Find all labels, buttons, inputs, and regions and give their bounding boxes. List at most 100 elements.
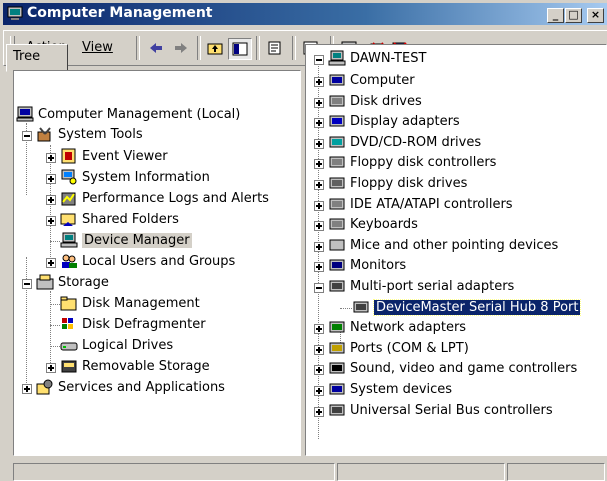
toolbar-separator <box>292 36 296 60</box>
device-item[interactable]: Floppy disk controllers <box>308 153 602 173</box>
device-item-label: Floppy disk drives <box>350 176 468 191</box>
device-item[interactable]: Network adapters <box>308 318 602 338</box>
system-information-icon <box>61 169 77 185</box>
device-item[interactable]: Monitors <box>308 256 602 276</box>
tree-item-event-viewer[interactable]: Event Viewer <box>40 147 290 167</box>
tree-item-label: Event Viewer <box>82 149 168 164</box>
tree-item-device-manager[interactable]: Device Manager <box>40 231 290 251</box>
device-item[interactable]: Mice and other pointing devices <box>308 236 602 256</box>
expand-icon[interactable] <box>46 195 56 205</box>
device-item-label: System devices <box>350 382 453 397</box>
monitor-icon <box>329 259 345 271</box>
expand-icon[interactable] <box>46 153 56 163</box>
toolbar-separator <box>136 36 140 60</box>
show-hide-tree-icon <box>232 42 248 56</box>
device-item[interactable]: Keyboards <box>308 215 602 235</box>
device-item[interactable]: System devices <box>308 380 602 400</box>
expand-icon[interactable] <box>314 386 324 396</box>
tree-item-removable-storage[interactable]: Removable Storage <box>40 357 290 377</box>
up-folder-button[interactable] <box>204 38 226 58</box>
device-item[interactable]: IDE ATA/ATAPI controllers <box>308 195 602 215</box>
minimize-button[interactable]: _ <box>547 8 564 23</box>
expand-icon[interactable] <box>314 324 324 335</box>
device-tree-root[interactable]: DAWN-TEST <box>308 49 604 69</box>
tree-item-disk-defragmenter[interactable]: Disk Defragmenter <box>40 315 290 335</box>
expand-icon[interactable] <box>46 363 56 373</box>
device-pane[interactable]: DAWN-TEST Computer Disk drives Display ada… <box>305 44 607 456</box>
device-item[interactable]: DeviceMaster Serial Hub 8 Port <box>332 298 602 318</box>
title-bar[interactable]: Computer Management _ □ × <box>3 3 607 25</box>
tree-item-system-tools[interactable]: System Tools <box>16 125 296 145</box>
tree-item-shared-folders[interactable]: Shared Folders <box>40 210 290 230</box>
tree-line <box>50 325 60 327</box>
expand-icon[interactable] <box>314 200 324 211</box>
tree-line <box>50 304 60 306</box>
expand-icon[interactable] <box>46 258 56 268</box>
close-button[interactable]: × <box>587 8 604 23</box>
display-adapter-icon <box>329 115 345 127</box>
device-item[interactable]: Universal Serial Bus controllers <box>308 401 602 421</box>
expand-icon[interactable] <box>46 216 56 226</box>
collapse-icon[interactable] <box>22 131 32 141</box>
device-item-label: Multi-port serial adapters <box>350 279 515 294</box>
properties-button[interactable] <box>264 38 286 58</box>
shared-folder-icon <box>60 213 76 226</box>
tree-pane[interactable]: Computer Management (Local) System Tools… <box>13 70 301 456</box>
dvd-drive-icon <box>329 136 345 148</box>
expand-icon[interactable] <box>314 365 324 376</box>
device-item[interactable]: Multi-port serial adapters <box>308 277 602 297</box>
storage-icon <box>36 274 54 290</box>
expand-icon[interactable] <box>314 118 324 129</box>
device-item[interactable]: Display adapters <box>308 112 602 132</box>
computer-icon <box>329 74 345 86</box>
tab-tree[interactable]: Tree <box>6 44 68 72</box>
collapse-icon[interactable] <box>22 279 32 289</box>
menu-view[interactable]: View <box>82 40 113 55</box>
expand-icon[interactable] <box>314 97 324 108</box>
expand-icon[interactable] <box>22 384 32 394</box>
tree-item-services-applications[interactable]: Services and Applications <box>16 378 296 398</box>
menu-view-label: View <box>82 40 113 55</box>
tree-item-root[interactable]: Computer Management (Local) <box>16 105 296 125</box>
tree-item-logical-drives[interactable]: Logical Drives <box>40 336 290 356</box>
expand-icon[interactable] <box>314 221 324 232</box>
device-item[interactable]: Floppy disk drives <box>308 174 602 194</box>
device-item[interactable]: DVD/CD-ROM drives <box>308 133 602 153</box>
device-item-label: Network adapters <box>350 320 467 336</box>
back-button[interactable] <box>145 38 167 58</box>
tree-item-storage[interactable]: Storage <box>16 273 296 293</box>
tree-item-performance-logs[interactable]: Performance Logs and Alerts <box>40 189 290 209</box>
maximize-button[interactable]: □ <box>565 8 582 23</box>
tree-item-label: System Information <box>82 170 210 185</box>
tools-icon <box>37 127 51 142</box>
collapse-icon[interactable] <box>314 55 324 65</box>
device-item[interactable]: Computer <box>308 71 602 91</box>
tree-item-label: Device Manager <box>82 233 192 248</box>
expand-icon[interactable] <box>314 241 324 252</box>
expand-icon[interactable] <box>314 77 324 87</box>
device-item[interactable]: Sound, video and game controllers <box>308 359 602 379</box>
device-item[interactable]: Disk drives <box>308 92 602 112</box>
expand-icon[interactable] <box>314 344 324 355</box>
forward-button[interactable] <box>170 38 192 58</box>
tree-item-system-information[interactable]: System Information <box>40 168 290 188</box>
keyboard-icon <box>329 218 345 230</box>
system-device-icon <box>329 383 345 395</box>
show-hide-tree-button[interactable] <box>228 38 252 60</box>
expand-icon[interactable] <box>314 180 324 190</box>
expand-icon[interactable] <box>314 138 324 149</box>
tree-item-label: Logical Drives <box>82 338 174 353</box>
forward-icon <box>175 43 187 53</box>
device-item[interactable]: Ports (COM & LPT) <box>308 339 602 359</box>
collapse-icon[interactable] <box>314 283 324 293</box>
network-adapter-icon <box>329 321 345 333</box>
toolbar-separator <box>197 36 201 60</box>
expand-icon[interactable] <box>314 159 324 170</box>
tree-item-local-users[interactable]: Local Users and Groups <box>40 252 290 272</box>
expand-icon[interactable] <box>314 262 324 273</box>
expand-icon[interactable] <box>46 174 56 184</box>
tree-item-disk-management[interactable]: Disk Management <box>40 294 290 314</box>
tree-line <box>50 346 60 348</box>
device-tree-root-label: DAWN-TEST <box>350 51 427 66</box>
expand-icon[interactable] <box>314 406 324 417</box>
